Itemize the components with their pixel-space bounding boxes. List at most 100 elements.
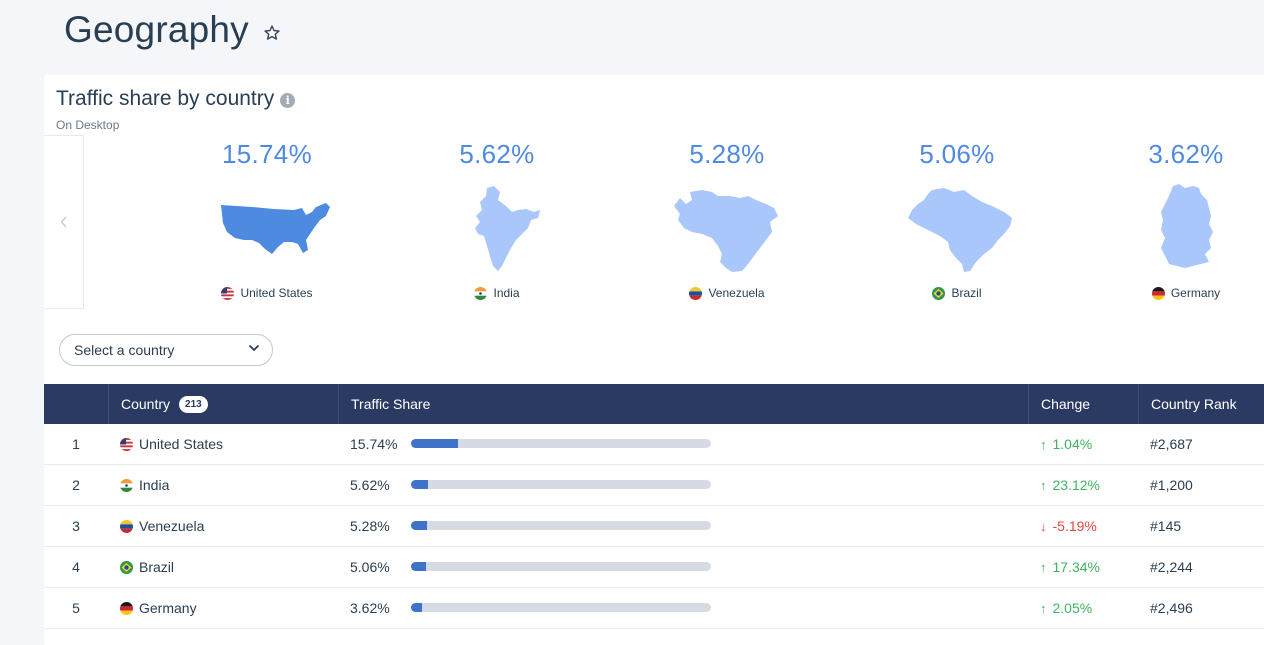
row-change-value: 1.04% bbox=[1052, 436, 1093, 452]
row-traffic-share: 3.62% bbox=[350, 600, 390, 616]
row-country[interactable]: Germany bbox=[120, 588, 330, 628]
row-country-name: Venezuela bbox=[139, 518, 205, 534]
us-flag-icon bbox=[120, 437, 133, 451]
in-flag-icon bbox=[120, 478, 133, 492]
header-traffic-share[interactable]: Traffic Share bbox=[338, 384, 1041, 424]
map-country-label: Germany bbox=[1151, 286, 1220, 300]
traffic-share-bar-track bbox=[411, 562, 711, 571]
traffic-share-bar-track bbox=[411, 521, 711, 530]
row-country-rank: #145 bbox=[1150, 518, 1182, 534]
row-country-name: Germany bbox=[139, 600, 197, 616]
row-traffic-share: 5.06% bbox=[350, 559, 390, 575]
chevron-left-icon bbox=[59, 216, 67, 228]
row-change: ↑ 1.04% bbox=[1040, 424, 1140, 464]
page-header: Geography bbox=[64, 8, 281, 52]
map-percentage: 5.06% bbox=[919, 139, 995, 169]
brazil-flag-icon bbox=[932, 286, 946, 300]
map-percentage: 5.62% bbox=[459, 139, 535, 169]
carousel-prev-button[interactable] bbox=[44, 135, 84, 309]
row-country-rank: #2,244 bbox=[1150, 559, 1193, 575]
card-title: Traffic share by country bbox=[56, 87, 275, 110]
india-flag-icon bbox=[474, 286, 488, 300]
ve-flag-icon bbox=[120, 519, 133, 533]
arrow-down-icon: ↓ bbox=[1040, 518, 1047, 534]
row-number: 4 bbox=[72, 559, 80, 575]
row-country[interactable]: United States bbox=[120, 424, 330, 464]
traffic-share-bar-fill bbox=[411, 439, 459, 448]
traffic-share-bar-track bbox=[411, 439, 711, 448]
table-row[interactable]: 1 United States 15.74% ↑ 1.04% #2,687 bbox=[44, 424, 1264, 465]
row-country-rank: #2,496 bbox=[1150, 600, 1193, 616]
map-percentage: 15.74% bbox=[222, 139, 312, 169]
header-rank-number bbox=[44, 384, 108, 424]
map-percentage: 3.62% bbox=[1148, 139, 1224, 169]
header-country-rank-label: Country Rank bbox=[1151, 396, 1237, 412]
table-row[interactable]: 5 Germany 3.62% ↑ 2.05% #2,496 bbox=[44, 588, 1264, 629]
country-select[interactable]: Select a country bbox=[59, 334, 273, 366]
row-number: 5 bbox=[72, 600, 80, 616]
row-number: 3 bbox=[72, 518, 80, 534]
table-row[interactable]: 3 Venezuela 5.28% ↓ -5.19% #145 bbox=[44, 506, 1264, 547]
arrow-up-icon: ↑ bbox=[1040, 600, 1047, 616]
germany-map-shape bbox=[1161, 184, 1213, 268]
us-flag-icon bbox=[221, 286, 235, 300]
row-country-name: Brazil bbox=[139, 559, 175, 575]
map-country-label: India bbox=[474, 286, 520, 300]
table-row[interactable]: 2 India 5.62% ↑ 23.12% #1,200 bbox=[44, 465, 1264, 506]
map-country-label: United States bbox=[221, 286, 313, 300]
arrow-up-icon: ↑ bbox=[1040, 436, 1047, 452]
map-item-germany[interactable]: 3.62% Germany bbox=[1071, 135, 1264, 315]
row-traffic-share: 5.28% bbox=[350, 518, 390, 534]
traffic-share-bar-fill bbox=[411, 562, 427, 571]
row-change-value: 23.12% bbox=[1052, 477, 1100, 493]
row-change-value: 17.34% bbox=[1052, 559, 1100, 575]
row-country-name: United States bbox=[139, 436, 224, 452]
traffic-share-bar-fill bbox=[411, 480, 428, 489]
row-change: ↑ 2.05% bbox=[1040, 588, 1140, 628]
row-change: ↓ -5.19% bbox=[1040, 506, 1140, 546]
map-item-india[interactable]: 5.62% India bbox=[382, 135, 612, 315]
row-country[interactable]: Venezuela bbox=[120, 506, 330, 546]
traffic-share-bar-track bbox=[411, 480, 711, 489]
row-country[interactable]: India bbox=[120, 465, 330, 505]
brazil-map-shape bbox=[908, 188, 1012, 272]
row-change-value: -5.19% bbox=[1052, 518, 1097, 534]
card-subtitle: On Desktop bbox=[56, 118, 120, 132]
row-change: ↑ 23.12% bbox=[1040, 465, 1140, 505]
row-country[interactable]: Brazil bbox=[120, 547, 330, 587]
row-traffic-share: 5.62% bbox=[350, 477, 390, 493]
map-item-united-states[interactable]: 15.74% United States bbox=[152, 135, 382, 315]
venezuela-flag-icon bbox=[689, 286, 703, 300]
venezuela-map-shape bbox=[674, 190, 778, 272]
row-traffic-share: 15.74% bbox=[350, 436, 398, 452]
germany-flag-icon bbox=[1151, 286, 1165, 300]
map-item-brazil[interactable]: 5.06% Brazil bbox=[842, 135, 1072, 315]
page-title: Geography bbox=[64, 9, 249, 50]
de-flag-icon bbox=[120, 601, 133, 615]
header-country-rank[interactable]: Country Rank bbox=[1138, 384, 1264, 424]
star-icon[interactable] bbox=[263, 24, 281, 42]
table-header: Country 213 Traffic Share Change Country… bbox=[44, 384, 1264, 424]
header-traffic-share-label: Traffic Share bbox=[351, 396, 431, 412]
header-change-label: Change bbox=[1041, 396, 1091, 412]
traffic-share-bar-fill bbox=[411, 521, 427, 530]
country-select-placeholder: Select a country bbox=[74, 342, 175, 358]
map-country-name: India bbox=[493, 286, 520, 300]
map-country-label: Brazil bbox=[932, 286, 982, 300]
br-flag-icon bbox=[120, 560, 133, 574]
map-item-venezuela[interactable]: 5.28% Venezuela bbox=[612, 135, 842, 315]
row-change: ↑ 17.34% bbox=[1040, 547, 1140, 587]
map-country-name: Brazil bbox=[951, 286, 982, 300]
map-country-name: Venezuela bbox=[708, 286, 765, 300]
table-row[interactable]: 4 Brazil 5.06% ↑ 17.34% #2,244 bbox=[44, 547, 1264, 588]
arrow-up-icon: ↑ bbox=[1040, 559, 1047, 575]
header-country[interactable]: Country 213 bbox=[108, 384, 350, 424]
row-country-rank: #1,200 bbox=[1150, 477, 1193, 493]
info-icon[interactable]: i bbox=[280, 93, 296, 108]
map-percentage: 5.28% bbox=[689, 139, 765, 169]
row-number: 2 bbox=[72, 477, 80, 493]
header-change[interactable]: Change bbox=[1028, 384, 1150, 424]
header-country-label: Country bbox=[121, 396, 171, 412]
map-country-name: United States bbox=[240, 286, 313, 300]
traffic-share-card: Traffic share by country i On Desktop 15… bbox=[44, 75, 1264, 645]
